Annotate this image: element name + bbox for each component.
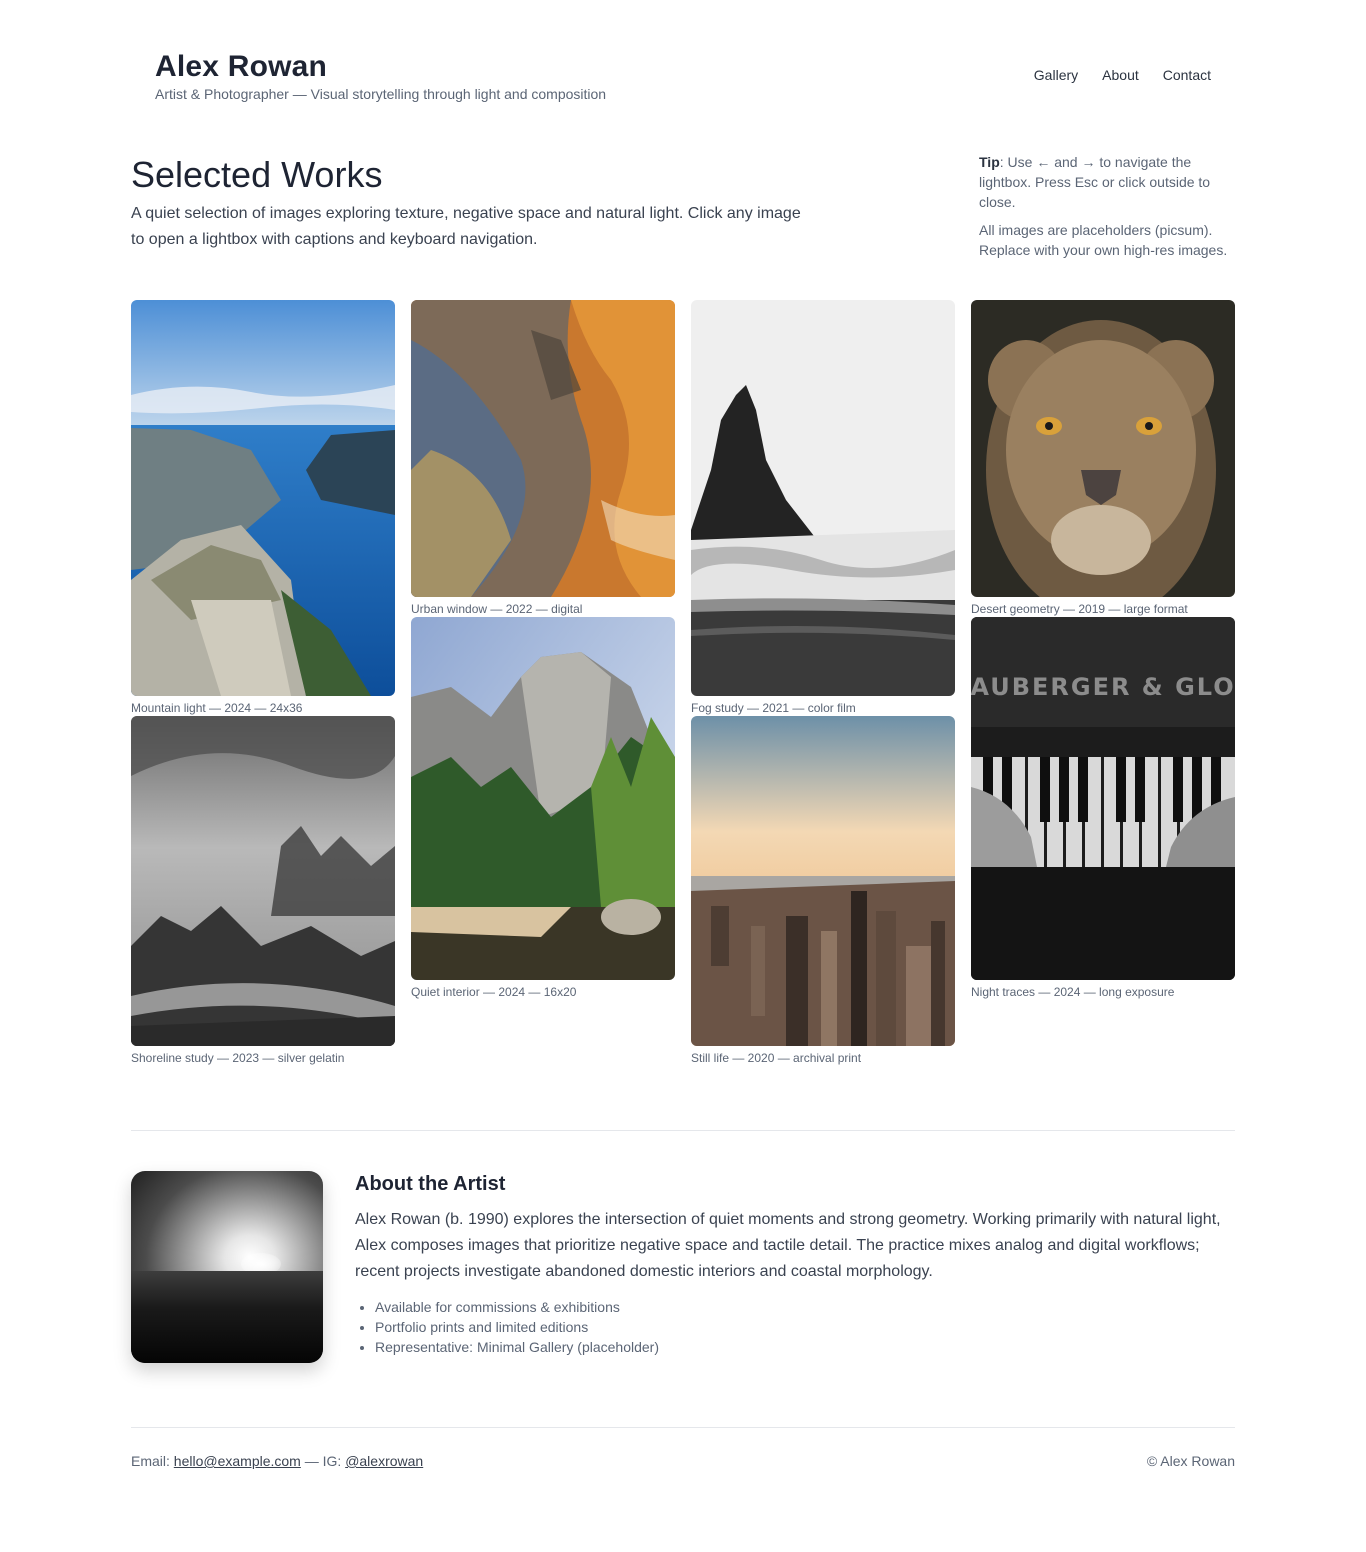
section-divider bbox=[131, 1130, 1235, 1131]
gallery-caption: Quiet interior — 2024 — 16x20 bbox=[411, 985, 577, 999]
gallery-image-aerial-crater[interactable] bbox=[411, 300, 675, 597]
gallery-item[interactable]: Urban window — 2022 — digital bbox=[411, 300, 675, 616]
page-title: Selected Works bbox=[131, 154, 383, 195]
gallery-image-lioness[interactable] bbox=[971, 300, 1235, 597]
gallery-image-misty-forest[interactable] bbox=[131, 716, 395, 1046]
gallery-caption: Desert geometry — 2019 — large format bbox=[971, 602, 1188, 616]
email-label: Email: bbox=[131, 1453, 170, 1469]
about-text: Alex Rowan (b. 1990) explores the inters… bbox=[355, 1211, 1221, 1280]
artist-portrait bbox=[131, 1171, 323, 1363]
gallery-image-piano-hands[interactable]: AUBERGER & GLO bbox=[971, 617, 1235, 980]
about-list-item: Portfolio prints and limited editions bbox=[375, 1317, 659, 1337]
about-list-item: Representative: Minimal Gallery (placeho… bbox=[375, 1337, 659, 1357]
gallery-grid: Mountain light — 2024 — 24x36 Shoreline … bbox=[131, 300, 1235, 1080]
gallery-item[interactable]: Fog study — 2021 — color film bbox=[691, 300, 955, 715]
gallery-caption: Night traces — 2024 — long exposure bbox=[971, 985, 1175, 999]
footer-contact: Email: hello@example.com — IG: @alexrowa… bbox=[131, 1453, 423, 1469]
main-nav: Gallery About Contact bbox=[1034, 67, 1211, 83]
instagram-link[interactable]: @alexrowan bbox=[345, 1453, 423, 1469]
gallery-caption: Fog study — 2021 — color film bbox=[691, 701, 856, 715]
about-title: About the Artist bbox=[355, 1173, 506, 1195]
gallery-item[interactable]: Still life — 2020 — archival print bbox=[691, 716, 955, 1065]
gallery-image-fjord[interactable] bbox=[131, 300, 395, 696]
nav-about-link[interactable]: About bbox=[1102, 67, 1139, 83]
gallery-item[interactable]: Desert geometry — 2019 — large format bbox=[971, 300, 1235, 616]
about-list: Available for commissions & exhibitions … bbox=[375, 1297, 659, 1357]
about-list-item: Available for commissions & exhibitions bbox=[375, 1297, 659, 1317]
gallery-caption: Still life — 2020 — archival print bbox=[691, 1051, 862, 1065]
portrait-landscape bbox=[131, 1270, 323, 1363]
gallery-item[interactable]: AUBERGER & GLO Night traces — 2024 — lon… bbox=[971, 617, 1235, 999]
tip-text: : Use ← and → to navigate the lightbox. … bbox=[979, 154, 1211, 210]
tip-note: All images are placeholders (picsum). Re… bbox=[979, 222, 1228, 258]
gallery-caption: Shoreline study — 2023 — silver gelatin bbox=[131, 1051, 345, 1065]
tip-box: Tip: Use ← and → to navigate the lightbo… bbox=[979, 152, 1235, 260]
copyright: © Alex Rowan bbox=[1146, 1453, 1235, 1469]
gallery-image-yosemite-cliff[interactable] bbox=[411, 617, 675, 980]
gallery-item[interactable]: Quiet interior — 2024 — 16x20 bbox=[411, 617, 675, 999]
ig-label: — IG: bbox=[304, 1453, 342, 1469]
gallery-caption: Urban window — 2022 — digital bbox=[411, 602, 583, 616]
nav-contact-link[interactable]: Contact bbox=[1163, 67, 1211, 83]
gallery-image-sea-stack[interactable] bbox=[691, 300, 955, 696]
gallery-item[interactable]: Shoreline study — 2023 — silver gelatin bbox=[131, 716, 395, 1065]
site-subtitle: Artist & Photographer — Visual storytell… bbox=[155, 86, 607, 102]
nav-gallery-link[interactable]: Gallery bbox=[1034, 67, 1078, 83]
piano-brand-text: AUBERGER & GLO bbox=[971, 673, 1235, 701]
site-title: Alex Rowan bbox=[155, 50, 328, 83]
footer-divider bbox=[131, 1427, 1235, 1428]
gallery-image-city-aerial[interactable] bbox=[691, 716, 955, 1046]
email-link[interactable]: hello@example.com bbox=[174, 1453, 301, 1469]
intro-text: A quiet selection of images exploring te… bbox=[131, 205, 801, 248]
gallery-item[interactable]: Mountain light — 2024 — 24x36 bbox=[131, 300, 395, 715]
tip-label: Tip bbox=[979, 154, 1000, 170]
gallery-caption: Mountain light — 2024 — 24x36 bbox=[131, 701, 303, 715]
